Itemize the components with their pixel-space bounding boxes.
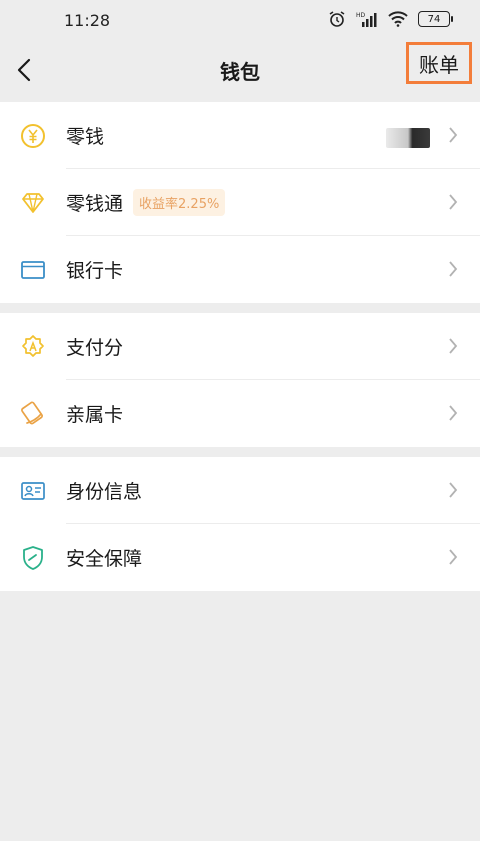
- chevron-right-icon: [449, 405, 458, 421]
- list-item-lingqiantong[interactable]: 零钱通 收益率2.25%: [0, 169, 480, 236]
- family-card-icon: [20, 401, 46, 427]
- masked-balance: [386, 128, 430, 148]
- list-item-label: 身份信息: [66, 481, 143, 503]
- signal-icon: HD: [356, 12, 377, 27]
- list-item-identity[interactable]: 身份信息: [0, 457, 480, 524]
- chevron-right-icon: [449, 127, 458, 143]
- bank-card-icon: [20, 257, 46, 283]
- wifi-icon: [388, 11, 408, 27]
- list-item-security[interactable]: 安全保障: [0, 524, 480, 591]
- list-item-label: 支付分: [66, 337, 124, 359]
- diamond-icon: [20, 190, 46, 216]
- pay-score-icon: [20, 334, 46, 360]
- yuan-coin-icon: [20, 123, 46, 149]
- battery-level: 74: [427, 13, 441, 25]
- status-time: 11:28: [64, 11, 111, 30]
- chevron-right-icon: [449, 482, 458, 498]
- id-card-icon: [20, 478, 46, 504]
- wallet-group-2: 支付分 亲属卡: [0, 313, 480, 447]
- wallet-group-1: 零钱 零钱通 收益率2.25% 银行卡: [0, 102, 480, 303]
- chevron-right-icon: [449, 261, 458, 277]
- list-item-label: 银行卡: [66, 260, 124, 282]
- yield-badge: 收益率2.25%: [133, 189, 226, 216]
- list-item-family-card[interactable]: 亲属卡: [0, 380, 480, 447]
- chevron-right-icon: [449, 194, 458, 210]
- list-item-label: 零钱: [66, 126, 105, 148]
- list-item-label: 安全保障: [66, 548, 143, 570]
- chevron-right-icon: [449, 549, 458, 565]
- list-item-label: 亲属卡: [66, 404, 124, 426]
- status-bar: 11:28 HD 74: [0, 0, 480, 40]
- chevron-right-icon: [449, 338, 458, 354]
- alarm-icon: [329, 11, 345, 27]
- list-item-change[interactable]: 零钱: [0, 102, 480, 169]
- battery-indicator: 74: [418, 11, 453, 27]
- wallet-group-3: 身份信息 安全保障: [0, 457, 480, 591]
- svg-text:HD: HD: [356, 12, 366, 19]
- bill-button[interactable]: 账单: [406, 42, 472, 84]
- list-item-label: 零钱通: [66, 193, 124, 215]
- status-icons: HD 74: [328, 10, 453, 28]
- nav-bar: 钱包 账单: [0, 40, 480, 100]
- list-item-pay-score[interactable]: 支付分: [0, 313, 480, 380]
- list-item-bank-card[interactable]: 银行卡: [0, 236, 480, 303]
- shield-icon: [20, 545, 46, 571]
